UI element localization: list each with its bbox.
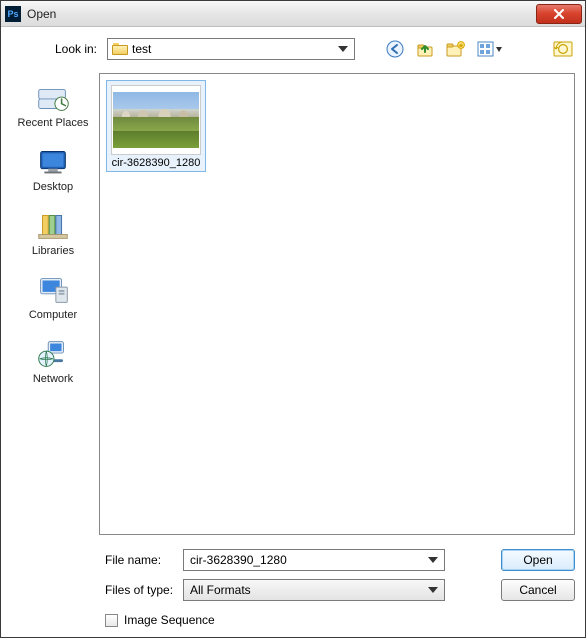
nav-toolbar: [379, 39, 575, 59]
file-list[interactable]: cir-3628390_1280: [99, 73, 575, 535]
filetype-row: Files of type: All Formats Cancel: [105, 579, 575, 601]
folder-icon: [112, 43, 128, 55]
look-in-dropdown[interactable]: test: [107, 38, 355, 60]
chevron-down-icon: [428, 557, 438, 563]
place-label: Desktop: [33, 181, 73, 193]
file-name-label: cir-3628390_1280: [112, 157, 201, 169]
filename-label: File name:: [105, 553, 175, 567]
chevron-down-icon: [428, 587, 438, 593]
close-icon: [553, 9, 565, 19]
places-bar: Recent Places Desktop: [11, 73, 95, 535]
open-button-label: Open: [523, 553, 552, 567]
title-bar: Ps Open: [1, 1, 585, 27]
last-changed-button[interactable]: [553, 39, 573, 59]
open-dialog: Ps Open Look in: test: [0, 0, 586, 638]
open-button[interactable]: Open: [501, 549, 575, 571]
back-icon: [386, 40, 404, 58]
cancel-button-label: Cancel: [519, 583, 556, 597]
image-sequence-checkbox[interactable]: [105, 614, 118, 627]
computer-icon: [33, 273, 73, 307]
image-sequence-label: Image Sequence: [124, 613, 215, 627]
place-label: Network: [33, 373, 73, 385]
place-desktop[interactable]: Desktop: [13, 141, 93, 197]
view-menu-button[interactable]: [475, 39, 505, 59]
look-in-label: Look in:: [11, 42, 101, 56]
place-network[interactable]: Network: [13, 333, 93, 389]
bottom-controls: File name: cir-3628390_1280 Open Files o…: [11, 535, 575, 601]
image-sequence-row: Image Sequence: [11, 601, 575, 627]
place-recent[interactable]: Recent Places: [13, 77, 93, 133]
up-one-level-button[interactable]: [415, 39, 435, 59]
look-in-row: Look in: test: [11, 35, 575, 63]
window-title: Open: [27, 7, 56, 21]
filetype-value: All Formats: [190, 583, 251, 597]
cancel-button[interactable]: Cancel: [501, 579, 575, 601]
place-label: Computer: [29, 309, 77, 321]
look-in-value: test: [132, 42, 151, 56]
recent-places-icon: [33, 81, 73, 115]
place-label: Recent Places: [18, 117, 89, 129]
filetype-label: Files of type:: [105, 583, 175, 597]
filetype-dropdown[interactable]: All Formats: [183, 579, 445, 601]
photoshop-app-icon: Ps: [5, 6, 21, 22]
thumbnail-image: [111, 85, 201, 155]
dialog-body: Look in: test: [1, 27, 585, 637]
view-menu-icon: [477, 40, 503, 58]
filename-value: cir-3628390_1280: [190, 553, 287, 567]
up-one-level-icon: [416, 40, 434, 58]
filename-input[interactable]: cir-3628390_1280: [183, 549, 445, 571]
middle-row: Recent Places Desktop: [11, 73, 575, 535]
close-button[interactable]: [536, 4, 582, 24]
chevron-down-icon: [338, 46, 348, 52]
network-icon: [33, 337, 73, 371]
last-changed-icon: [553, 41, 573, 57]
file-thumbnail[interactable]: cir-3628390_1280: [106, 80, 206, 172]
back-button[interactable]: [385, 39, 405, 59]
desktop-icon: [33, 145, 73, 179]
place-computer[interactable]: Computer: [13, 269, 93, 325]
place-libraries[interactable]: Libraries: [13, 205, 93, 261]
place-label: Libraries: [32, 245, 74, 257]
filename-row: File name: cir-3628390_1280 Open: [105, 549, 575, 571]
libraries-icon: [33, 209, 73, 243]
new-folder-button[interactable]: [445, 39, 465, 59]
new-folder-icon: [445, 40, 465, 58]
